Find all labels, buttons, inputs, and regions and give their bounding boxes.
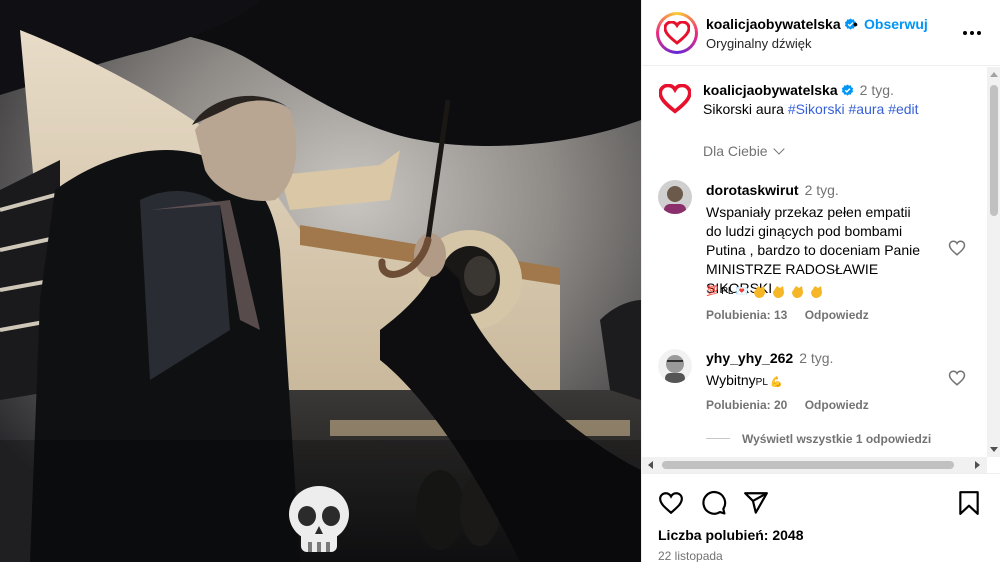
heart-icon <box>659 492 683 515</box>
heart-icon <box>948 240 966 256</box>
comment-line: do ludzi ginących pod bombami <box>706 223 903 239</box>
clap-icon <box>773 286 785 298</box>
clap-icon <box>754 286 766 298</box>
heart-icon <box>948 370 966 386</box>
chevron-down-icon <box>772 143 785 155</box>
comment-emoji-text: 💯 PL 💌 <box>706 285 749 297</box>
scroll-right-arrow-icon[interactable] <box>975 461 980 469</box>
comment-likes-count[interactable]: Polubienia: 13 <box>706 308 787 322</box>
clap-icon <box>811 286 823 298</box>
hashtag-link[interactable]: #Sikorski <box>788 101 845 117</box>
header-avatar[interactable] <box>656 12 698 54</box>
share-icon <box>744 492 768 514</box>
comment-meta: Polubienia: 20 Odpowiedz <box>706 398 883 412</box>
caption-username-text[interactable]: koalicjaobywatelska <box>703 82 838 98</box>
view-replies-label[interactable]: Wyświetl wszystkie 1 odpowiedzi <box>742 432 931 446</box>
comment-meta: Polubienia: 13 Odpowiedz <box>706 308 883 322</box>
horizontal-scrollbar[interactable] <box>642 457 987 473</box>
more-icon <box>963 31 981 35</box>
skull-icon <box>289 486 349 552</box>
scroll-up-arrow-icon[interactable] <box>990 72 998 77</box>
comment-line: Wspaniały przekaz pełen empatii <box>706 204 911 220</box>
follow-button[interactable]: Obserwuj <box>864 16 928 32</box>
comment-button[interactable] <box>701 490 729 518</box>
hashtag-link[interactable]: #aura <box>849 101 885 117</box>
comment-likes-count[interactable]: Polubienia: 20 <box>706 398 787 412</box>
comment-body: Wybitny <box>706 372 756 388</box>
view-replies-button[interactable]: Wyświetl wszystkie 1 odpowiedzi <box>706 432 931 446</box>
header-username[interactable]: koalicjaobywatelska <box>706 16 857 32</box>
caption-username[interactable]: koalicjaobywatelska 2 tyg. <box>703 82 894 98</box>
comment-username-text[interactable]: yhy_yhy_262 <box>706 350 793 366</box>
clap-icon <box>792 286 804 298</box>
more-options-button[interactable] <box>958 19 986 47</box>
header-separator: • <box>853 16 858 32</box>
caption-text: Sikorski aura #Sikorski #aura #edit <box>703 101 919 117</box>
commenter-avatar[interactable] <box>658 349 692 383</box>
post-side-panel: koalicjaobywatelska • Obserwuj Oryginaln… <box>641 0 1000 562</box>
hashtag-link[interactable]: #edit <box>888 101 918 117</box>
vertical-scrollbar[interactable] <box>987 67 1000 457</box>
bookmark-icon <box>959 491 979 515</box>
comment-emoji-text: PL 💪 <box>755 377 783 388</box>
post-header: koalicjaobywatelska • Obserwuj Oryginaln… <box>642 0 1000 66</box>
comments-section[interactable]: koalicjaobywatelska 2 tyg. Sikorski aura … <box>642 67 1000 457</box>
avatar-image <box>658 180 692 214</box>
heart-logo-icon <box>664 21 690 45</box>
post-date[interactable]: 22 listopada <box>658 549 723 562</box>
post-actions: Liczba polubień: 2048 22 listopada <box>642 473 1000 562</box>
audio-label[interactable]: Oryginalny dźwięk <box>706 36 812 51</box>
heart-logo-icon <box>659 84 691 114</box>
verified-icon <box>841 84 853 96</box>
save-button[interactable] <box>956 490 984 518</box>
comment-icon <box>702 490 727 515</box>
comment-username[interactable]: yhy_yhy_262 2 tyg. <box>706 350 833 366</box>
comment-sort-dropdown[interactable]: Dla Ciebie <box>703 143 785 159</box>
caption-body: Sikorski aura <box>703 101 784 117</box>
comment-line: Putina , bardzo to doceniam Panie <box>706 242 921 258</box>
post-media[interactable] <box>0 0 641 562</box>
comment-time: 2 tyg. <box>799 350 834 366</box>
likes-count[interactable]: Liczba polubień: 2048 <box>658 527 803 543</box>
comment-sort-label[interactable]: Dla Ciebie <box>703 143 768 159</box>
avatar-image <box>658 349 692 383</box>
comment-like-button[interactable] <box>948 369 968 389</box>
comment-text: WybitnyPL 💪 <box>706 371 942 392</box>
comment-like-button[interactable] <box>948 239 968 259</box>
commenter-avatar[interactable] <box>658 180 692 214</box>
reply-button[interactable]: Odpowiedz <box>805 398 869 412</box>
video-frame <box>0 0 641 562</box>
caption-avatar[interactable] <box>658 82 692 116</box>
share-button[interactable] <box>743 490 771 518</box>
header-username-text[interactable]: koalicjaobywatelska <box>706 16 841 32</box>
comment-username-text[interactable]: dorotaskwirut <box>706 182 799 198</box>
comment-time: 2 tyg. <box>804 182 839 198</box>
caption-time: 2 tyg. <box>859 82 894 98</box>
instagram-post-view: koalicjaobywatelska • Obserwuj Oryginaln… <box>0 0 1000 562</box>
reply-button[interactable]: Odpowiedz <box>805 308 869 322</box>
comment-emoji-row: 💯 PL 💌 <box>706 281 824 301</box>
scrollbar-thumb[interactable] <box>990 85 998 216</box>
comment-username[interactable]: dorotaskwirut 2 tyg. <box>706 182 839 198</box>
replies-divider <box>706 438 730 439</box>
scroll-down-arrow-icon[interactable] <box>990 447 998 452</box>
scrollbar-thumb[interactable] <box>662 461 954 469</box>
scroll-left-arrow-icon[interactable] <box>648 461 653 469</box>
like-button[interactable] <box>658 490 686 518</box>
